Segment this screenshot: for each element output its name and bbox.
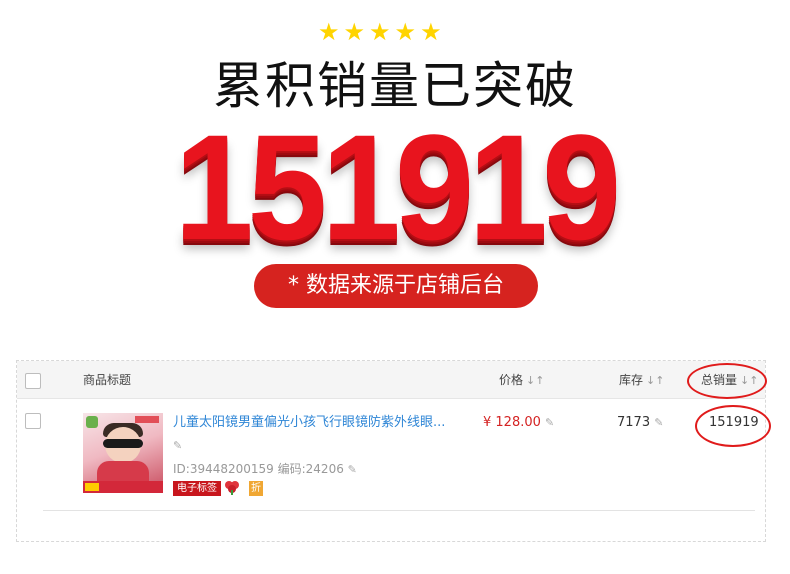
pencil-icon[interactable]: ✎ [173, 439, 182, 452]
pencil-icon[interactable]: ✎ [545, 416, 554, 429]
row-checkbox[interactable] [25, 413, 41, 429]
star-icon: ★ [343, 18, 366, 46]
flower-badge-icon [225, 481, 239, 495]
star-icon: ★ [394, 18, 417, 46]
column-title-header: 商品标题 [83, 373, 132, 387]
stock-header-label: 库存 [619, 373, 644, 387]
product-title-link[interactable]: 儿童太阳镜男童偏光小孩飞行眼镜防紫外线眼... [173, 414, 469, 432]
brand-logo-icon [86, 416, 98, 428]
product-thumbnail[interactable] [83, 413, 163, 493]
star-icon: ★ [369, 18, 391, 46]
price-cell: ¥ 128.00 ✎ [483, 415, 554, 430]
sort-icon[interactable]: ↓↑ [646, 374, 664, 387]
highlight-circle [687, 363, 767, 399]
column-stock-header[interactable]: 库存 ↓↑ [619, 361, 664, 400]
price-header-label: 价格 [499, 373, 524, 387]
data-source-note: * 数据来源于店铺后台 [254, 264, 538, 308]
pencil-icon[interactable]: ✎ [348, 463, 357, 476]
star-icon: ★ [420, 18, 442, 46]
product-table: 商品标题 价格 ↓↑ 库存 ↓↑ 总销量 ↓↑ 儿童太阳镜男童偏光小孩飞行眼镜防紫外线… [16, 360, 771, 542]
sort-icon[interactable]: ↓↑ [526, 374, 544, 387]
column-price-header[interactable]: 价格 ↓↑ [499, 361, 544, 400]
row-divider [43, 510, 755, 511]
price-value: ¥ 128.00 [483, 415, 541, 430]
stock-value: 7173 [617, 415, 651, 430]
highlight-circle [695, 405, 771, 447]
discount-tag[interactable]: 折 [249, 481, 263, 496]
table-header: 商品标题 价格 ↓↑ 库存 ↓↑ 总销量 ↓↑ [17, 361, 765, 399]
pencil-icon[interactable]: ✎ [654, 416, 663, 429]
select-all-checkbox[interactable] [25, 373, 41, 389]
product-id-code: ID:39448200159 编码:24206 [173, 462, 344, 476]
electronic-label-tag[interactable]: 电子标签 [173, 481, 221, 496]
rating-stars: ★ ★ ★ ★ ★ [318, 18, 442, 46]
product-meta: ID:39448200159 编码:24206 ✎ [173, 461, 357, 478]
stock-cell: 7173 ✎ [617, 415, 663, 430]
sales-big-number: 151919 [174, 103, 621, 271]
sunglasses-icon [103, 439, 143, 448]
star-icon: ★ [318, 18, 340, 46]
